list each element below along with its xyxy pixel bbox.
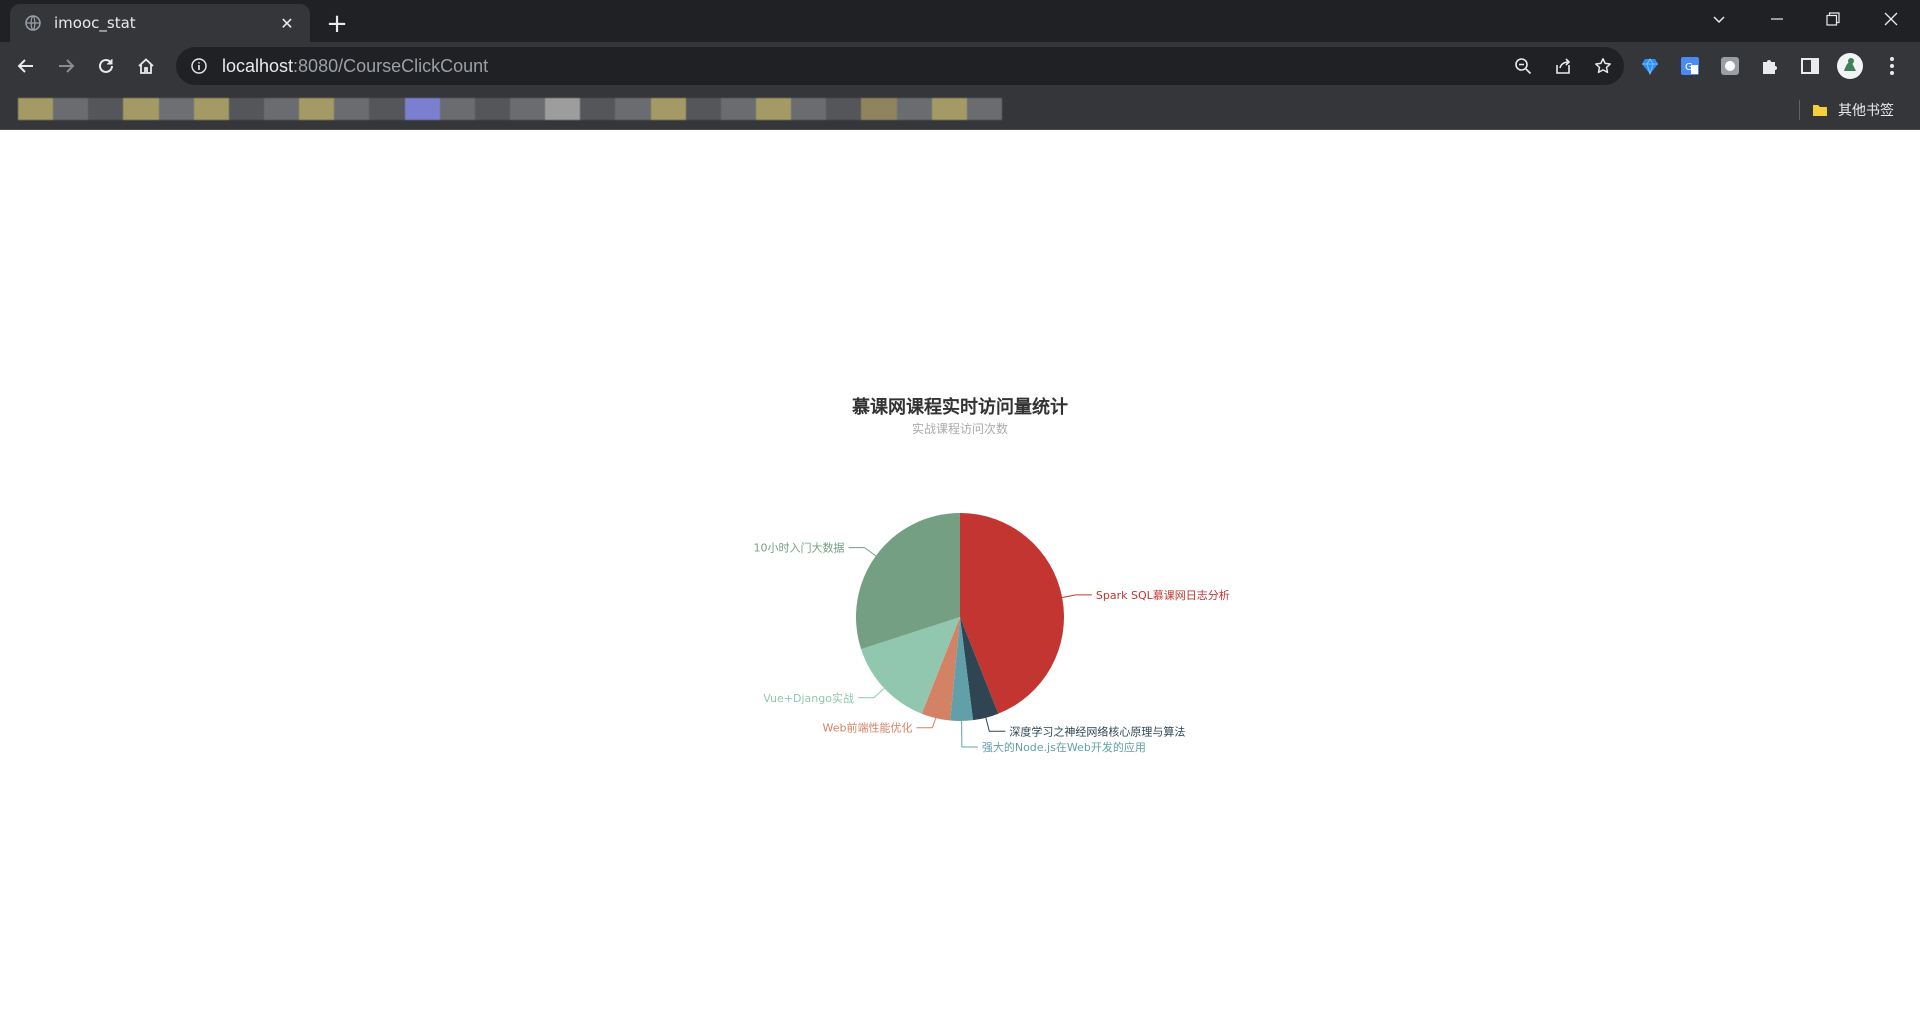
- bookmark-item[interactable]: [685, 98, 721, 120]
- pie-chart: Spark SQL慕课网日志分析深度学习之神经网络核心原理与算法强大的Node.…: [754, 513, 1230, 754]
- pie-label-line: [961, 720, 978, 748]
- address-bar[interactable]: localhost:8080/CourseClickCount: [176, 47, 1624, 85]
- reload-icon[interactable]: [88, 48, 124, 84]
- screenshot-extension-icon[interactable]: [1714, 50, 1746, 82]
- url-text[interactable]: localhost:8080/CourseClickCount: [222, 56, 488, 77]
- browser-toolbar: localhost:8080/CourseClickCount G: [0, 42, 1920, 90]
- other-bookmarks-label: 其他书签: [1838, 103, 1894, 119]
- pie-label: 10小时入门大数据: [754, 541, 845, 555]
- bookmark-item[interactable]: [509, 98, 546, 120]
- bookmark-item[interactable]: [931, 98, 967, 120]
- bookmark-item[interactable]: [439, 98, 475, 120]
- pie-label-line: [848, 547, 877, 557]
- bookmark-item[interactable]: [545, 98, 581, 120]
- url-path: :8080/CourseClickCount: [293, 55, 489, 76]
- bookmark-item[interactable]: [861, 98, 897, 120]
- translate-extension-icon[interactable]: G: [1674, 50, 1706, 82]
- pie-label: Vue+Django实战: [763, 691, 854, 705]
- zoom-icon[interactable]: [1508, 51, 1538, 81]
- puzzle-extensions-icon[interactable]: [1754, 50, 1786, 82]
- bookmark-item[interactable]: [650, 98, 686, 120]
- page-content: Spark SQL慕课网日志分析深度学习之神经网络核心原理与算法强大的Node.…: [0, 131, 1920, 1030]
- bookmark-item[interactable]: [263, 98, 300, 120]
- new-tab-button[interactable]: +: [322, 9, 352, 39]
- bookmark-item[interactable]: [193, 98, 229, 120]
- bookmark-item[interactable]: [966, 98, 1002, 120]
- bookmark-item[interactable]: [228, 98, 264, 120]
- pie-label-line: [916, 717, 937, 729]
- pie-label: Spark SQL慕课网日志分析: [1096, 588, 1230, 602]
- bookmark-item[interactable]: [334, 98, 370, 120]
- bookmark-item[interactable]: [615, 98, 651, 120]
- bookmark-item[interactable]: [404, 98, 440, 120]
- restore-icon[interactable]: [1808, 0, 1858, 38]
- bookmark-item[interactable]: [720, 98, 756, 120]
- menu-dots-icon[interactable]: [1876, 50, 1908, 82]
- tab-close-icon[interactable]: ✕: [276, 12, 298, 34]
- close-window-icon[interactable]: [1866, 0, 1916, 38]
- gem-extension-icon[interactable]: [1634, 50, 1666, 82]
- chart-subtitle: 实战课程访问次数: [911, 422, 1008, 436]
- bookmark-item[interactable]: [791, 98, 827, 120]
- bookmarks-bar: 其他书签: [0, 90, 1920, 130]
- home-icon[interactable]: [128, 48, 164, 84]
- bookmark-item[interactable]: [88, 98, 124, 120]
- forward-icon[interactable]: [48, 48, 84, 84]
- globe-icon: [24, 14, 42, 32]
- minimize-icon[interactable]: [1752, 0, 1802, 38]
- bookmarks-blurred[interactable]: [18, 98, 1002, 120]
- bookmark-item[interactable]: [755, 98, 792, 120]
- bookmark-item[interactable]: [369, 98, 405, 120]
- pie-label-line: [1062, 594, 1092, 599]
- url-host: localhost: [222, 55, 294, 76]
- bookmark-item[interactable]: [158, 98, 194, 120]
- bookmark-item[interactable]: [474, 98, 510, 120]
- avatar[interactable]: [1834, 50, 1866, 82]
- info-icon[interactable]: [188, 55, 210, 77]
- side-panel-icon[interactable]: [1794, 50, 1826, 82]
- bookmark-item[interactable]: [53, 98, 89, 120]
- pie-label-line: [985, 717, 1006, 732]
- tab-title: imooc_stat: [54, 14, 136, 32]
- bookmark-item[interactable]: [896, 98, 932, 120]
- chart-title: 慕课网课程实时访问量统计: [852, 397, 1068, 418]
- bookmarks-divider: [1799, 100, 1800, 120]
- share-icon[interactable]: [1548, 51, 1578, 81]
- bookmark-item[interactable]: [299, 98, 335, 120]
- pie-label: 深度学习之神经网络核心原理与算法: [1009, 724, 1185, 738]
- bookmark-item[interactable]: [18, 98, 54, 120]
- bookmark-item[interactable]: [826, 98, 862, 120]
- folder-icon: [1813, 105, 1827, 116]
- pie-label: 强大的Node.js在Web开发的应用: [982, 740, 1146, 754]
- bookmark-item[interactable]: [580, 98, 616, 120]
- bookmark-item[interactable]: [123, 98, 159, 120]
- pie-label: Web前端性能优化: [822, 721, 912, 735]
- bookmark-star-icon[interactable]: [1588, 51, 1618, 81]
- tab-imooc-stat[interactable]: imooc_stat ✕: [10, 4, 310, 42]
- pie-label-line: [857, 687, 885, 699]
- other-bookmarks-folder[interactable]: 其他书签: [1812, 96, 1894, 124]
- back-icon[interactable]: [8, 48, 44, 84]
- tab-strip: imooc_stat ✕ +: [0, 0, 1920, 42]
- tab-search-icon[interactable]: [1694, 0, 1744, 38]
